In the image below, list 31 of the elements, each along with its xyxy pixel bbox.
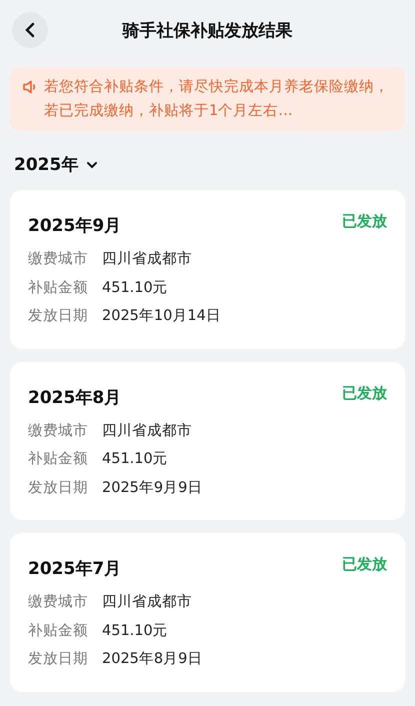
back-button[interactable] (12, 12, 48, 48)
notice-text: 若您符合补贴条件，请尽快完成本月养老保险缴纳，若已完成缴纳，补贴将于1个月左右… (44, 78, 390, 121)
year-dropdown[interactable]: 2025年 (14, 153, 98, 176)
field-label: 发放日期 (28, 650, 88, 669)
field-label: 补贴金额 (28, 450, 88, 469)
field-label: 缴费城市 (28, 422, 88, 440)
field-label: 发放日期 (28, 307, 88, 326)
field-value: 2025年9月9日 (102, 478, 202, 498)
record-status: 已发放 (342, 384, 387, 402)
field-label: 补贴金额 (28, 278, 88, 298)
speaker-icon (22, 79, 38, 95)
record-month: 2025年8月 (28, 386, 122, 408)
field-label: 补贴金额 (28, 622, 88, 640)
field-label: 缴费城市 (28, 250, 88, 269)
field-label: 发放日期 (28, 478, 88, 498)
back-icon (25, 22, 35, 38)
field-value: 451.10元 (102, 622, 168, 640)
field-value: 2025年10月14日 (102, 307, 221, 326)
record-status: 已发放 (342, 555, 387, 574)
record-month: 2025年9月 (28, 215, 122, 237)
record-status: 已发放 (342, 212, 387, 231)
field-value: 2025年8月9日 (102, 650, 202, 669)
record-month: 2025年7月 (28, 558, 122, 580)
page-title: 骑手社保补贴发放结果 (122, 20, 292, 42)
field-value: 四川省成都市 (102, 250, 192, 269)
field-label: 缴费城市 (28, 592, 88, 612)
chevron-icon (86, 160, 98, 168)
field-value: 451.10元 (102, 278, 168, 298)
field-value: 451.10元 (102, 450, 168, 469)
field-value: 四川省成都市 (102, 592, 192, 612)
field-value: 四川省成都市 (102, 422, 192, 440)
